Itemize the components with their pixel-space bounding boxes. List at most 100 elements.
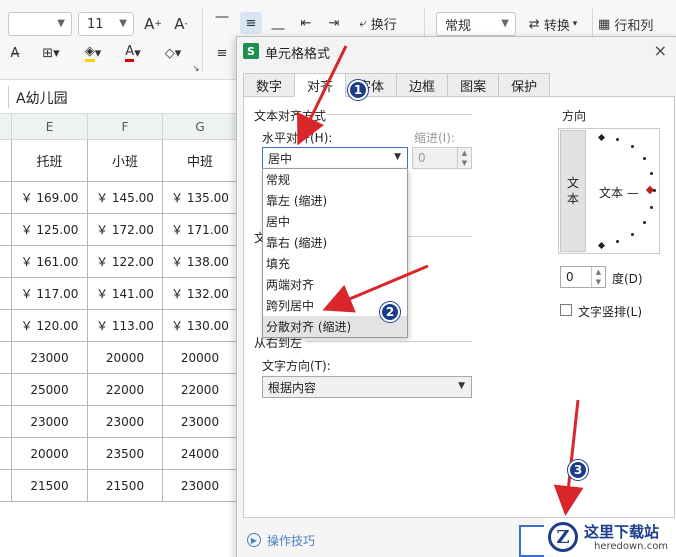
- tab-border[interactable]: 边框: [396, 73, 449, 97]
- indent-increase-icon[interactable]: ⇥: [324, 12, 344, 34]
- tips-link[interactable]: 操作技巧: [267, 532, 315, 549]
- text-direction-select[interactable]: 根据内容 ▼: [262, 376, 472, 398]
- table-cell[interactable]: [0, 140, 12, 182]
- table-cell[interactable]: [0, 374, 12, 406]
- table-cell[interactable]: ￥ 145.00: [88, 182, 163, 214]
- table-cell[interactable]: ￥ 172.00: [88, 214, 163, 246]
- table-cell[interactable]: [0, 278, 12, 310]
- dropdown-option[interactable]: 居中: [263, 211, 407, 232]
- border-icon[interactable]: ⊞▾: [36, 44, 66, 62]
- dropdown-option[interactable]: 靠左 (缩进): [263, 190, 407, 211]
- orientation-dot: [642, 157, 646, 161]
- table-cell[interactable]: 20000: [88, 342, 163, 374]
- column-header-f[interactable]: F: [88, 114, 163, 140]
- vertical-stack-checkbox[interactable]: [560, 304, 572, 316]
- tab-alignment[interactable]: 对齐: [294, 73, 347, 97]
- dropdown-option[interactable]: 两端对齐: [263, 274, 407, 295]
- align-middle-icon[interactable]: ≡: [240, 12, 262, 34]
- vertical-stack-label: 文字竖排(L): [578, 305, 643, 319]
- table-cell[interactable]: 23000: [12, 342, 88, 374]
- align-bottom-icon[interactable]: ⎽: [268, 12, 288, 34]
- dialog-titlebar[interactable]: S 单元格格式 ×: [237, 37, 676, 65]
- tab-number[interactable]: 数字: [243, 73, 296, 97]
- expand-icon[interactable]: ↘: [192, 64, 200, 73]
- table-cell[interactable]: 24000: [163, 438, 238, 470]
- degree-spinner[interactable]: 0 ▲ ▼: [560, 266, 606, 288]
- text-direction-label: 文字方向(T):: [262, 359, 331, 373]
- orientation-dot: [615, 137, 619, 141]
- table-cell[interactable]: 20000: [12, 438, 88, 470]
- table-header-cell[interactable]: 托班: [12, 140, 88, 182]
- font-grow-icon[interactable]: A +: [142, 14, 164, 34]
- formula-bar[interactable]: A幼儿园: [0, 80, 238, 114]
- table-cell[interactable]: ￥ 132.00: [163, 278, 238, 310]
- row-col-button[interactable]: ▦ 行和列: [598, 12, 676, 36]
- table-cell[interactable]: 20000: [163, 342, 238, 374]
- convert-button[interactable]: ⇄ 转换 ▾: [522, 12, 584, 36]
- table-cell[interactable]: [0, 246, 12, 278]
- table-cell[interactable]: 23000: [163, 406, 238, 438]
- orientation-dot: [597, 133, 606, 142]
- table-cell[interactable]: 22000: [88, 374, 163, 406]
- table-cell[interactable]: ￥ 130.00: [163, 310, 238, 342]
- table-cell[interactable]: [0, 406, 12, 438]
- column-header-g[interactable]: G: [163, 114, 238, 140]
- table-cell[interactable]: 23500: [88, 438, 163, 470]
- vertical-text-button[interactable]: 文 本: [560, 130, 586, 252]
- orientation-label: 方向: [562, 109, 587, 123]
- align-top-icon[interactable]: ⎺: [212, 12, 232, 34]
- table-cell[interactable]: ￥ 161.00: [12, 246, 88, 278]
- table-cell[interactable]: [0, 342, 12, 374]
- indent-decrease-icon[interactable]: ⇤: [296, 12, 316, 34]
- table-cell[interactable]: [0, 310, 12, 342]
- table-cell[interactable]: ￥ 117.00: [12, 278, 88, 310]
- table-cell[interactable]: [0, 182, 12, 214]
- table-cell[interactable]: ￥ 171.00: [163, 214, 238, 246]
- table-cell[interactable]: 21500: [88, 470, 163, 502]
- table-cell[interactable]: ￥ 135.00: [163, 182, 238, 214]
- spin-up-icon[interactable]: ▲: [591, 267, 605, 277]
- table-cell[interactable]: ￥ 113.00: [88, 310, 163, 342]
- table-cell[interactable]: ￥ 169.00: [12, 182, 88, 214]
- table-cell[interactable]: 23000: [12, 406, 88, 438]
- table-cell[interactable]: [0, 470, 12, 502]
- indent-value: 0: [418, 151, 426, 165]
- table-cell[interactable]: 23000: [88, 406, 163, 438]
- indent-spinner[interactable]: 0 ▲ ▼: [412, 147, 472, 169]
- table-cell[interactable]: 25000: [12, 374, 88, 406]
- table-cell[interactable]: ￥ 125.00: [12, 214, 88, 246]
- tab-protection[interactable]: 保护: [498, 73, 551, 97]
- dropdown-option[interactable]: 常规: [263, 169, 407, 190]
- font-shrink-icon[interactable]: A-: [170, 14, 192, 34]
- font-size-combo[interactable]: 11 ▼: [78, 12, 134, 36]
- wrap-text-button[interactable]: ⤶ 换行: [350, 12, 406, 34]
- fill-color-icon[interactable]: ◈ ▾: [78, 44, 108, 62]
- table-cell[interactable]: [0, 438, 12, 470]
- column-header-e[interactable]: E: [12, 114, 88, 140]
- number-format-combo[interactable]: 常规 ▼: [436, 12, 516, 36]
- dropdown-option[interactable]: 靠右 (缩进): [263, 232, 407, 253]
- table-cell[interactable]: [0, 214, 12, 246]
- align-left-icon[interactable]: ≡: [212, 44, 232, 62]
- tab-pattern[interactable]: 图案: [447, 73, 500, 97]
- table-cell[interactable]: 23000: [163, 470, 238, 502]
- spin-down-icon[interactable]: ▼: [591, 277, 605, 287]
- table-header-cell[interactable]: 中班: [163, 140, 238, 182]
- table-cell[interactable]: ￥ 141.00: [88, 278, 163, 310]
- table-cell[interactable]: ￥ 122.00: [88, 246, 163, 278]
- close-icon[interactable]: ×: [654, 41, 667, 60]
- table-cell[interactable]: ￥ 120.00: [12, 310, 88, 342]
- dropdown-option[interactable]: 填充: [263, 253, 407, 274]
- table-cell[interactable]: 22000: [163, 374, 238, 406]
- table-cell[interactable]: ￥ 138.00: [163, 246, 238, 278]
- strikethrough-icon[interactable]: A̶: [6, 44, 24, 62]
- eraser-icon[interactable]: ◇▾: [158, 44, 188, 62]
- font-color-icon[interactable]: A ▾: [118, 44, 148, 62]
- horizontal-align-select[interactable]: 居中 ▼: [262, 147, 408, 169]
- font-name-combo[interactable]: ▼: [8, 12, 72, 36]
- table-header-cell[interactable]: 小班: [88, 140, 163, 182]
- spin-up-icon[interactable]: ▲: [457, 148, 471, 158]
- column-header[interactable]: [0, 114, 12, 140]
- table-cell[interactable]: 21500: [12, 470, 88, 502]
- spin-down-icon[interactable]: ▼: [457, 158, 471, 168]
